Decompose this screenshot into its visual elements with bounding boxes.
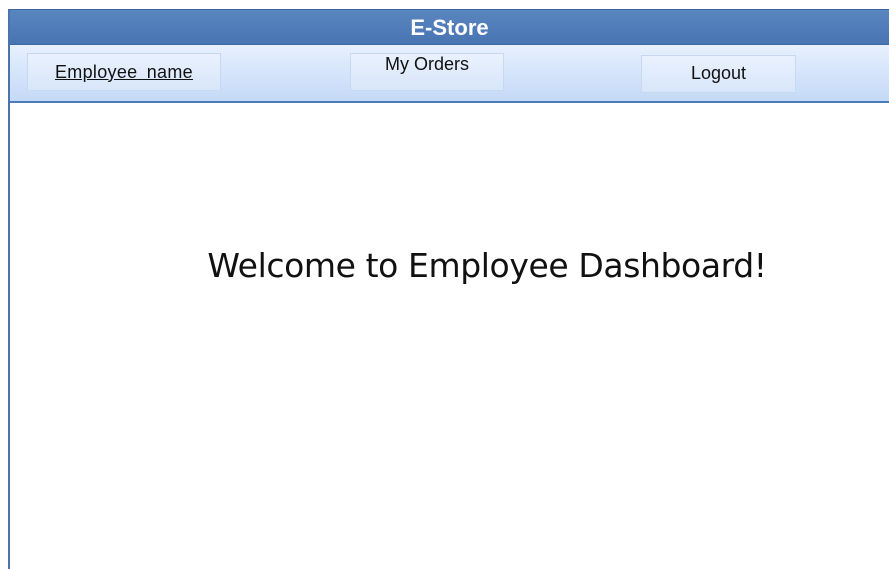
- logout-label: Logout: [690, 62, 747, 83]
- app-title: E-Store: [410, 15, 489, 40]
- page-frame: E-Store Employee name My Orders Logout W…: [0, 0, 889, 569]
- logout-button[interactable]: Logout: [641, 55, 796, 93]
- welcome-message: Welcome to Employee Dashboard!: [207, 246, 767, 285]
- nav-bar: Employee name My Orders Logout: [10, 45, 889, 103]
- title-bar: E-Store: [10, 9, 889, 45]
- my-orders-label: My Orders: [384, 53, 469, 74]
- my-orders-button[interactable]: My Orders: [350, 53, 504, 91]
- employee-name-label: Employee name: [55, 61, 193, 82]
- employee-name-link[interactable]: Employee name: [27, 53, 221, 91]
